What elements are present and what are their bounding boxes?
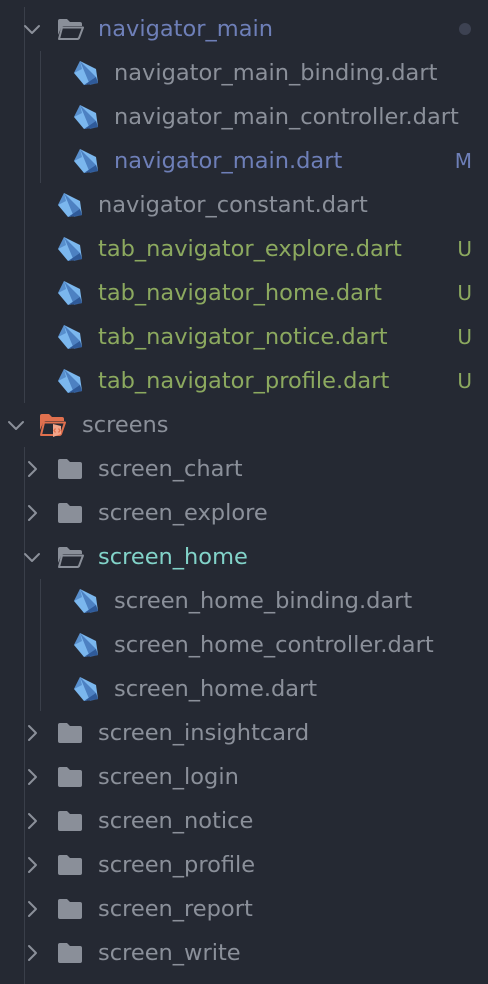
tree-item-navigator-main-dart[interactable]: navigator_main.dart M — [0, 139, 488, 183]
tree-item-screen-home-controller-dart[interactable]: screen_home_controller.dart — [0, 623, 488, 667]
chevron-down-icon[interactable] — [6, 415, 26, 435]
dart-file-icon — [55, 190, 85, 220]
special-folder-icon — [38, 410, 68, 440]
tree-item-screen-notice[interactable]: screen_notice — [0, 799, 488, 843]
dart-file-icon — [71, 146, 101, 176]
git-status-badge: U — [457, 325, 472, 349]
tree-item-screen-login[interactable]: screen_login — [0, 755, 488, 799]
git-status-badge: U — [457, 369, 472, 393]
folder-icon — [55, 454, 85, 484]
folder-icon — [55, 718, 85, 748]
tree-item-label: tab_navigator_notice.dart — [98, 324, 388, 350]
tree-item-label: screen_report — [98, 896, 253, 922]
tree-item-label: screen_write — [98, 940, 241, 966]
tree-item-label: tab_navigator_explore.dart — [98, 236, 402, 262]
dart-file-icon — [71, 674, 101, 704]
tree-item-label: screen_home — [98, 544, 248, 570]
dart-file-icon — [71, 586, 101, 616]
folder-icon — [55, 850, 85, 880]
chevron-right-icon[interactable] — [22, 899, 42, 919]
tree-item-screen-report[interactable]: screen_report — [0, 887, 488, 931]
dart-file-icon — [55, 278, 85, 308]
folder-icon — [55, 498, 85, 528]
chevron-down-icon[interactable] — [22, 547, 42, 567]
tree-item-label: navigator_main.dart — [114, 148, 343, 174]
chevron-right-icon[interactable] — [22, 503, 42, 523]
tree-item-screen-home[interactable]: screen_home — [0, 535, 488, 579]
tree-item-tab-navigator-notice-dart[interactable]: tab_navigator_notice.dart U — [0, 315, 488, 359]
file-explorer-tree: navigator_main navigator_main_binding.dar… — [0, 0, 488, 984]
tree-item-screen-explore[interactable]: screen_explore — [0, 491, 488, 535]
tree-item-label: screen_chart — [98, 456, 243, 482]
git-status-badge: M — [454, 149, 472, 173]
dart-file-icon — [55, 322, 85, 352]
dart-file-icon — [71, 630, 101, 660]
chevron-right-icon[interactable] — [22, 855, 42, 875]
modified-dot-indicator — [459, 23, 471, 35]
folder-open-icon — [55, 14, 85, 44]
dart-file-icon — [55, 366, 85, 396]
folder-open-icon — [55, 542, 85, 572]
tree-item-screen-write[interactable]: screen_write — [0, 931, 488, 975]
chevron-down-icon[interactable] — [22, 19, 42, 39]
tree-item-navigator-main-binding-dart[interactable]: navigator_main_binding.dart — [0, 51, 488, 95]
tree-item-screen-chart[interactable]: screen_chart — [0, 447, 488, 491]
tree-item-screen-insightcard[interactable]: screen_insightcard — [0, 711, 488, 755]
dart-file-icon — [55, 234, 85, 264]
chevron-right-icon[interactable] — [22, 943, 42, 963]
tree-item-navigator-constant-dart[interactable]: navigator_constant.dart — [0, 183, 488, 227]
folder-icon — [55, 806, 85, 836]
tree-item-screen-home-dart[interactable]: screen_home.dart — [0, 667, 488, 711]
tree-item-label: screen_profile — [98, 852, 256, 878]
tree-item-label: navigator_main — [98, 16, 273, 42]
chevron-right-icon[interactable] — [22, 459, 42, 479]
tree-item-label: navigator_main_controller.dart — [114, 104, 459, 130]
chevron-right-icon[interactable] — [22, 723, 42, 743]
tree-item-label: screen_explore — [98, 500, 268, 526]
tree-item-tab-navigator-explore-dart[interactable]: tab_navigator_explore.dart U — [0, 227, 488, 271]
tree-item-label: tab_navigator_home.dart — [98, 280, 382, 306]
tree-item-label: screen_login — [98, 764, 239, 790]
folder-icon — [55, 938, 85, 968]
dart-file-icon — [71, 102, 101, 132]
tree-item-screen-profile[interactable]: screen_profile — [0, 843, 488, 887]
tree-item-navigator-main[interactable]: navigator_main — [0, 7, 488, 51]
tree-item-label: screen_home_binding.dart — [114, 588, 413, 614]
tree-item-tab-navigator-profile-dart[interactable]: tab_navigator_profile.dart U — [0, 359, 488, 403]
tree-item-partial-row[interactable] — [0, 975, 488, 984]
tree-item-label: tab_navigator_profile.dart — [98, 368, 390, 394]
tree-item-navigator-main-controller-dart[interactable]: navigator_main_controller.dart — [0, 95, 488, 139]
tree-item-label: navigator_constant.dart — [98, 192, 368, 218]
folder-icon — [55, 762, 85, 792]
chevron-right-icon[interactable] — [22, 811, 42, 831]
chevron-right-icon[interactable] — [22, 767, 42, 787]
folder-icon — [55, 894, 85, 924]
tree-item-label: navigator_main_binding.dart — [114, 60, 438, 86]
tree-item-screens[interactable]: screens — [0, 403, 488, 447]
tree-item-label: screen_home_controller.dart — [114, 632, 434, 658]
git-status-badge: U — [457, 237, 472, 261]
tree-item-label: screen_notice — [98, 808, 254, 834]
git-status-badge: U — [457, 281, 472, 305]
tree-item-label: screen_insightcard — [98, 720, 310, 746]
tree-item-screen-home-binding-dart[interactable]: screen_home_binding.dart — [0, 579, 488, 623]
tree-item-tab-navigator-home-dart[interactable]: tab_navigator_home.dart U — [0, 271, 488, 315]
tree-item-label: screens — [82, 412, 169, 438]
dart-file-icon — [71, 58, 101, 88]
tree-item-label: screen_home.dart — [114, 676, 318, 702]
